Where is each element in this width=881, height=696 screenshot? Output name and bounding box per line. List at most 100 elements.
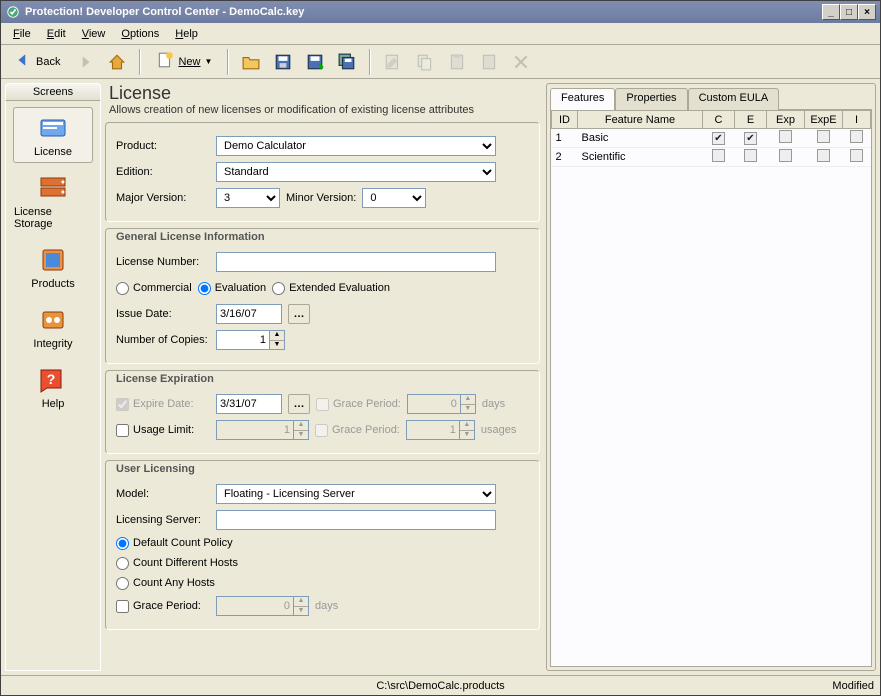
count-diff-hosts-radio[interactable]: Count Different Hosts	[116, 557, 238, 570]
expiration-group: License Expiration Expire Date: … Grace …	[105, 370, 540, 454]
spin-down-icon[interactable]: ▼	[270, 341, 284, 350]
maximize-button[interactable]: □	[840, 4, 858, 20]
close-button[interactable]: ×	[858, 4, 876, 20]
sidebar: Screens License License Storage Products…	[5, 83, 101, 671]
checkbox-expe[interactable]	[817, 130, 830, 143]
issue-date-input[interactable]	[216, 304, 282, 324]
user-licensing-group: User Licensing Model: Floating - Licensi…	[105, 460, 540, 630]
new-button[interactable]: New ▼	[149, 49, 219, 75]
back-button[interactable]: Back	[7, 49, 67, 75]
model-select[interactable]: Floating - Licensing Server	[216, 484, 496, 504]
col-i[interactable]: I	[843, 111, 871, 129]
menu-edit[interactable]: Edit	[39, 26, 74, 42]
table-row[interactable]: 1Basic	[552, 129, 871, 148]
col-id[interactable]: ID	[552, 111, 578, 129]
forward-button[interactable]	[71, 49, 99, 75]
col-exp[interactable]: Exp	[767, 111, 805, 129]
col-name[interactable]: Feature Name	[578, 111, 703, 129]
type-evaluation-radio[interactable]: Evaluation	[198, 282, 266, 295]
menubar: File Edit View Options Help	[1, 23, 880, 45]
license-number-input[interactable]	[216, 252, 496, 272]
dropdown-icon: ▼	[204, 57, 212, 66]
checkbox-i[interactable]	[850, 149, 863, 162]
paste-button[interactable]	[443, 49, 471, 75]
menu-options[interactable]: Options	[113, 26, 167, 42]
save-button[interactable]	[269, 49, 297, 75]
licensing-server-label: Licensing Server:	[116, 514, 210, 526]
count-any-hosts-radio[interactable]: Count Any Hosts	[116, 577, 215, 590]
home-button[interactable]	[103, 49, 131, 75]
table-row[interactable]: 2Scientific	[552, 148, 871, 167]
product-group: Product: Demo Calculator Edition: Standa…	[105, 122, 540, 222]
userlic-grace-check[interactable]: Grace Period:	[116, 600, 210, 613]
page-subtitle: Allows creation of new licenses or modif…	[109, 104, 536, 116]
copies-label: Number of Copies:	[116, 334, 210, 346]
menu-view[interactable]: View	[74, 26, 114, 42]
grace-days-spinner: ▲▼	[407, 394, 476, 414]
checkbox-c[interactable]	[712, 149, 725, 162]
open-button[interactable]	[237, 49, 265, 75]
minor-version-select[interactable]: 0	[362, 188, 426, 208]
count-default-radio[interactable]: Default Count Policy	[116, 537, 233, 550]
toolbar: Back New ▼	[1, 45, 880, 79]
grace-days-check[interactable]: Grace Period:	[316, 398, 401, 411]
save-as-button[interactable]	[301, 49, 329, 75]
page-header: License Allows creation of new licenses …	[105, 83, 540, 122]
checkbox-exp[interactable]	[779, 149, 792, 162]
menu-file[interactable]: File	[5, 26, 39, 42]
save-all-button[interactable]	[333, 49, 361, 75]
products-icon	[37, 244, 69, 276]
product-select[interactable]: Demo Calculator	[216, 136, 496, 156]
major-version-select[interactable]: 3	[216, 188, 280, 208]
product-label: Product:	[116, 140, 210, 152]
new-icon	[156, 51, 174, 72]
sidebar-item-help[interactable]: ? Help	[13, 359, 93, 415]
grace-usages-spinner: ▲▼	[406, 420, 475, 440]
menu-help[interactable]: Help	[167, 26, 206, 42]
model-label: Model:	[116, 488, 210, 500]
expire-date-check[interactable]: Expire Date:	[116, 398, 210, 411]
sidebar-header: Screens	[5, 83, 101, 101]
major-version-label: Major Version:	[116, 192, 210, 204]
type-commercial-radio[interactable]: Commercial	[116, 282, 192, 295]
licensing-server-input[interactable]	[216, 510, 496, 530]
minimize-button[interactable]: _	[822, 4, 840, 20]
features-table: ID Feature Name C E Exp ExpE I 1Basic2Sc…	[551, 110, 871, 167]
sidebar-item-integrity[interactable]: Integrity	[13, 299, 93, 355]
sidebar-item-license-storage[interactable]: License Storage	[13, 167, 93, 235]
tab-features[interactable]: Features	[550, 88, 615, 110]
delete-button[interactable]	[507, 49, 535, 75]
checkbox-i[interactable]	[850, 130, 863, 143]
tab-custom-eula[interactable]: Custom EULA	[688, 88, 780, 110]
checkbox-c[interactable]	[712, 132, 725, 145]
edit-button[interactable]	[379, 49, 407, 75]
checkbox-e[interactable]	[744, 132, 757, 145]
sidebar-item-products[interactable]: Products	[13, 239, 93, 295]
tab-properties[interactable]: Properties	[615, 88, 687, 110]
sidebar-item-license[interactable]: License	[13, 107, 93, 163]
minor-version-label: Minor Version:	[286, 192, 356, 204]
checkbox-expe[interactable]	[817, 149, 830, 162]
userlic-grace-spinner: ▲▼	[216, 596, 309, 616]
expire-date-input[interactable]	[216, 394, 282, 414]
checkbox-e[interactable]	[744, 149, 757, 162]
issue-date-picker-button[interactable]: …	[288, 304, 310, 324]
status-path: C:\src\DemoCalc.products	[296, 680, 585, 692]
checkbox-exp[interactable]	[779, 130, 792, 143]
cut-button[interactable]	[475, 49, 503, 75]
expire-date-picker-button[interactable]: …	[288, 394, 310, 414]
copy-button[interactable]	[411, 49, 439, 75]
titlebar: Protection! Developer Control Center - D…	[1, 1, 880, 23]
storage-icon	[37, 172, 69, 204]
right-panel: Features Properties Custom EULA ID Featu…	[546, 83, 876, 671]
col-e[interactable]: E	[735, 111, 767, 129]
col-expe[interactable]: ExpE	[805, 111, 843, 129]
window-title: Protection! Developer Control Center - D…	[25, 6, 304, 18]
col-c[interactable]: C	[703, 111, 735, 129]
type-extended-radio[interactable]: Extended Evaluation	[272, 282, 390, 295]
usage-limit-check[interactable]: Usage Limit:	[116, 424, 210, 437]
edition-select[interactable]: Standard	[216, 162, 496, 182]
spin-up-icon[interactable]: ▲	[270, 331, 284, 341]
copies-spinner[interactable]: ▲▼	[216, 330, 285, 350]
svg-text:?: ?	[47, 371, 56, 387]
